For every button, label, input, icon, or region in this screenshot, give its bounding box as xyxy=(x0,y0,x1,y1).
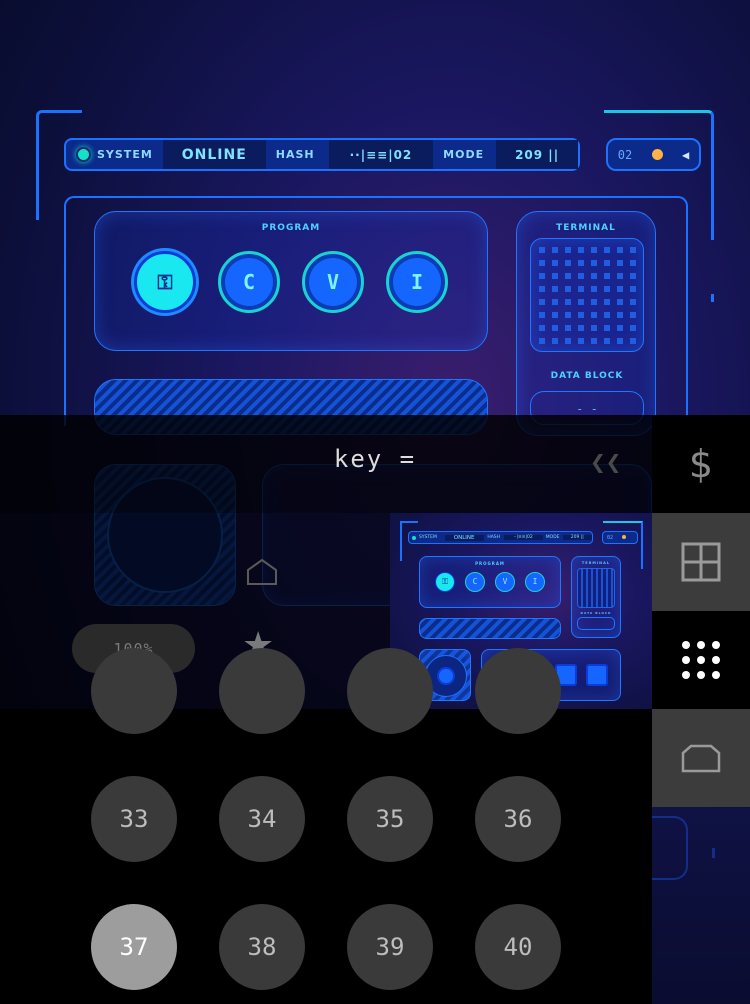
number-button[interactable] xyxy=(347,648,433,734)
number-button-39[interactable]: 39 xyxy=(347,904,433,990)
thumb-counter: 02 xyxy=(602,531,638,544)
thumb-btn: ⚿ xyxy=(435,572,455,592)
thumb-status: ONLINE xyxy=(444,534,484,541)
number-button-40[interactable]: 40 xyxy=(475,904,561,990)
status-bar: SYSTEM ONLINE HASH ··|≡≡|02 MODE 209 || xyxy=(64,138,580,171)
sidebar: $ xyxy=(652,415,750,807)
number-button-37[interactable]: 37 xyxy=(91,904,177,990)
game-edge xyxy=(652,808,750,1004)
thumb-hash-value: ··|≡≡|02 xyxy=(503,535,543,540)
thumb-btn: I xyxy=(525,572,545,592)
status-value: ONLINE xyxy=(162,140,266,169)
control-panel xyxy=(0,513,390,709)
number-button-33[interactable]: 33 xyxy=(91,776,177,862)
number-button-35[interactable]: 35 xyxy=(347,776,433,862)
dots-grid-icon xyxy=(682,641,720,679)
number-button-38[interactable]: 38 xyxy=(219,904,305,990)
thumb-counter-value: 02 xyxy=(607,535,614,541)
hash-label: HASH xyxy=(275,148,315,161)
thumb-program-label: PROGRAM xyxy=(475,561,505,566)
hash-value: ··|≡≡|02 xyxy=(328,140,434,169)
thumb-terminal-label: TERMINAL xyxy=(581,561,611,565)
dollar-button[interactable]: $ xyxy=(652,415,750,513)
dollar-icon: $ xyxy=(688,442,714,486)
program-v-button[interactable]: V xyxy=(302,251,364,313)
thumb-mode-label: MODE xyxy=(545,535,560,540)
dots-grid-button[interactable] xyxy=(652,611,750,709)
number-button[interactable] xyxy=(91,648,177,734)
mode-value: 209 || xyxy=(496,140,578,169)
status-indicator xyxy=(76,147,91,162)
number-button[interactable] xyxy=(219,648,305,734)
program-panel: PROGRAM ⚿ C V I xyxy=(94,211,488,351)
data-block-label: DATA BLOCK xyxy=(550,371,624,381)
number-button-36[interactable]: 36 xyxy=(475,776,561,862)
thumb-btn: C xyxy=(465,572,485,592)
terminal-screen xyxy=(530,238,644,352)
thumb-mode-value: 209 || xyxy=(562,535,592,540)
program-key-button[interactable]: ⚿ xyxy=(134,251,196,313)
thumb-program-panel: PROGRAM ⚿ C V I xyxy=(419,556,561,608)
thumb-system-label: SYSTEM xyxy=(418,535,437,540)
home-icon[interactable] xyxy=(244,556,280,590)
number-button-34[interactable]: 34 xyxy=(219,776,305,862)
number-button[interactable] xyxy=(475,648,561,734)
counter-pill: 02 ◀ xyxy=(606,138,701,171)
grid-button[interactable] xyxy=(652,513,750,611)
terminal-label: TERMINAL xyxy=(556,223,616,233)
thumb-terminal-panel: TERMINAL DATA BLOCK xyxy=(571,556,621,638)
frame-dash xyxy=(711,210,714,240)
thumb-data-block-label: DATA BLOCK xyxy=(580,611,612,615)
frame-dash xyxy=(36,210,39,218)
folder-button[interactable] xyxy=(652,709,750,807)
system-label: SYSTEM xyxy=(97,148,153,161)
terminal-panel: TERMINAL DATA BLOCK - - xyxy=(516,211,656,436)
program-label: PROGRAM xyxy=(261,223,321,233)
frame-dash xyxy=(711,294,714,302)
key-text: key = xyxy=(333,445,417,473)
sound-icon: ◀ xyxy=(682,147,690,162)
program-i-button[interactable]: I xyxy=(386,251,448,313)
back-arrow-icon[interactable]: ❮❮ xyxy=(590,448,621,478)
mode-label: MODE xyxy=(443,148,485,161)
thumb-track xyxy=(419,618,561,639)
counter-value: 02 xyxy=(617,147,633,162)
program-c-button[interactable]: C xyxy=(218,251,280,313)
folder-icon xyxy=(681,744,721,773)
grid-icon xyxy=(681,542,721,582)
thumb-btn: V xyxy=(495,572,515,592)
thumb-hash-label: HASH xyxy=(487,535,501,540)
terminal-dots xyxy=(538,246,636,344)
number-grid: 33 34 35 36 37 38 39 40 xyxy=(0,648,652,1004)
warning-dot xyxy=(651,149,663,160)
